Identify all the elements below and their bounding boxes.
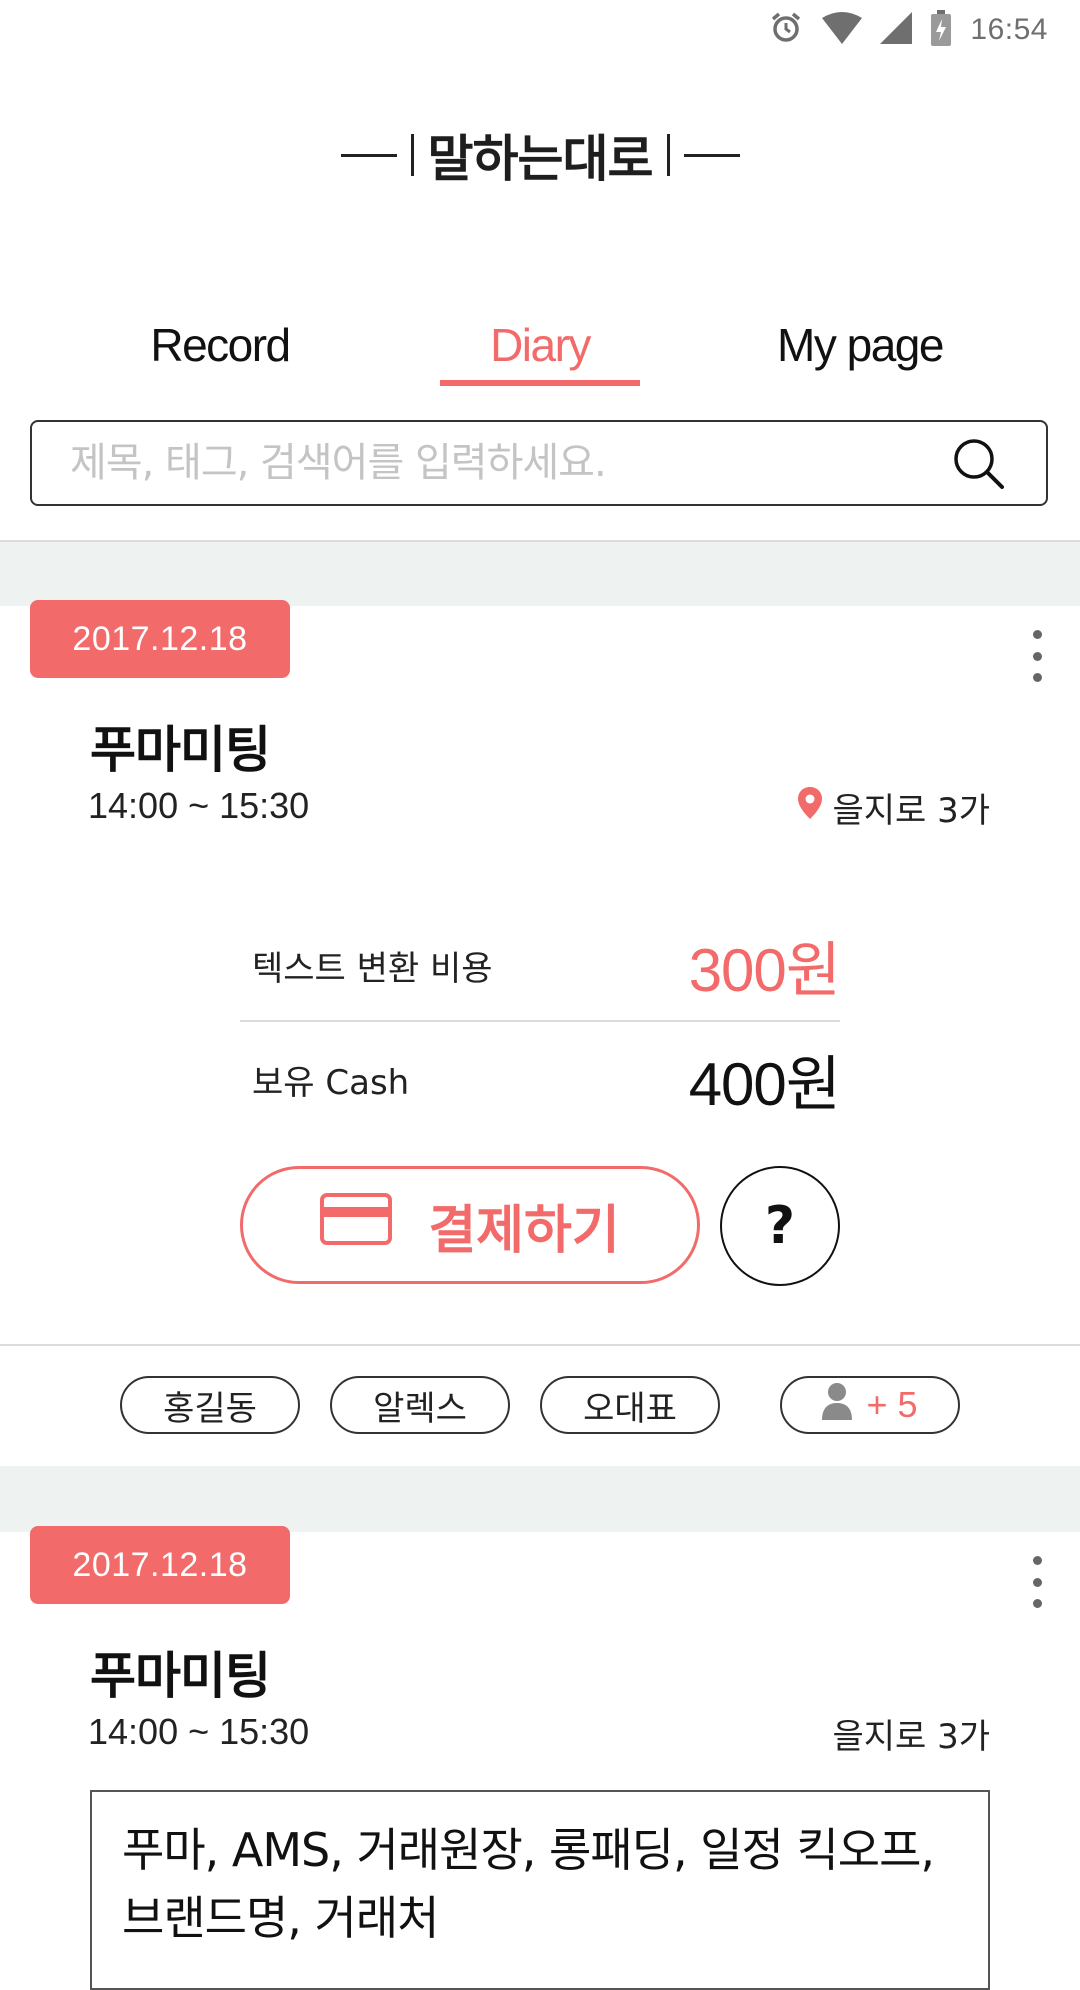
credit-card-icon bbox=[320, 1192, 393, 1258]
active-tab-indicator bbox=[440, 380, 640, 386]
tags-box: 푸마, AMS, 거래원장, 롱패딩, 일정 킥오프, 브랜드명, 거래처 bbox=[90, 1790, 990, 1990]
date-badge: 2017.12.18 bbox=[30, 1526, 290, 1604]
person-icon bbox=[822, 1382, 853, 1429]
search-bar bbox=[30, 420, 1048, 506]
fee-label: 텍스트 변환 비용 bbox=[252, 948, 493, 989]
signal-icon bbox=[880, 12, 913, 48]
fee-row: 텍스트 변환 비용 300원 bbox=[240, 920, 841, 1010]
date-badge: 2017.12.18 bbox=[30, 600, 290, 678]
more-participants-chip[interactable]: + 5 bbox=[780, 1376, 960, 1434]
fee-divider bbox=[240, 1020, 840, 1022]
card-time: 14:00 ~ 15:30 bbox=[88, 1711, 310, 1752]
status-time: 16:54 bbox=[970, 13, 1048, 46]
participant-chip[interactable]: 알렉스 bbox=[330, 1376, 510, 1434]
participants-divider bbox=[0, 1344, 1080, 1346]
card-title: 푸마미팅 bbox=[90, 721, 271, 779]
search-input[interactable] bbox=[32, 439, 938, 487]
status-icons: 16:54 bbox=[768, 10, 1048, 50]
status-bar: 16:54 bbox=[0, 0, 1080, 60]
location-text: 을지로 3가 bbox=[832, 791, 990, 831]
fee-value: 300원 bbox=[688, 936, 841, 1004]
search-icon[interactable] bbox=[938, 423, 1018, 503]
section-spacer bbox=[0, 542, 1080, 606]
more-options-icon[interactable] bbox=[1020, 626, 1054, 686]
title-decoration-right bbox=[683, 153, 740, 157]
section-spacer bbox=[0, 1466, 1080, 1532]
tab-my-page[interactable]: My page bbox=[700, 300, 1020, 390]
pay-button-label: 결제하기 bbox=[428, 1200, 620, 1261]
help-button[interactable]: ? bbox=[720, 1166, 840, 1286]
tab-record[interactable]: Record bbox=[60, 300, 380, 390]
more-participants-count: + 5 bbox=[866, 1384, 918, 1425]
pay-button[interactable]: 결제하기 bbox=[240, 1166, 700, 1284]
alarm-icon bbox=[768, 10, 804, 50]
title-bar-left bbox=[410, 134, 414, 176]
cash-label: 보유 Cash bbox=[252, 1062, 410, 1103]
participant-chip[interactable]: 오대표 bbox=[540, 1376, 720, 1434]
wifi-icon bbox=[822, 12, 863, 48]
tab-bar: Record Diary My page bbox=[0, 300, 1080, 390]
title-bar-right bbox=[666, 134, 670, 176]
title-decoration-left bbox=[340, 153, 397, 157]
card-location: 을지로 3가 bbox=[832, 1709, 990, 1758]
more-options-icon[interactable] bbox=[1020, 1552, 1054, 1612]
card-title: 푸마미팅 bbox=[90, 1647, 271, 1705]
location-pin-icon bbox=[798, 787, 823, 828]
card-location: 을지로 3가 bbox=[798, 783, 990, 832]
location-text: 을지로 3가 bbox=[832, 1717, 990, 1757]
cash-value: 400원 bbox=[688, 1050, 841, 1118]
tab-diary[interactable]: Diary bbox=[380, 300, 700, 390]
card-time: 14:00 ~ 15:30 bbox=[88, 785, 310, 826]
app-title-text: 말하는대로 bbox=[427, 130, 654, 188]
participant-chip[interactable]: 홍길동 bbox=[120, 1376, 300, 1434]
cash-row: 보유 Cash 400원 bbox=[240, 1034, 841, 1124]
app-title: 말하는대로 bbox=[0, 110, 1080, 200]
battery-icon bbox=[930, 10, 952, 50]
